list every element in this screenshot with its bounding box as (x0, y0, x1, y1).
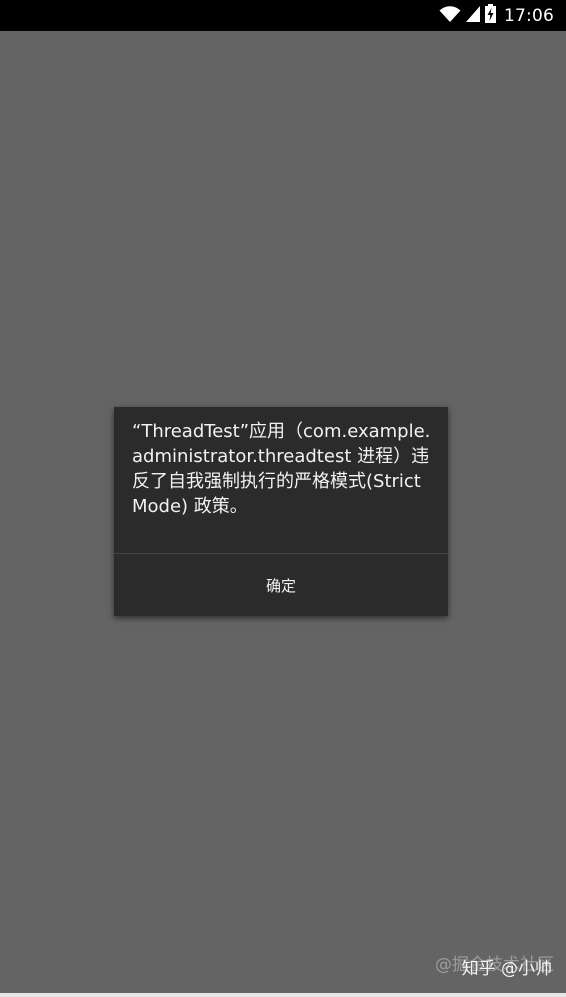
bottom-edge (0, 993, 566, 997)
zhihu-watermark: 知乎 @小帅 (462, 954, 552, 979)
status-time: 17:06 (504, 5, 554, 26)
zhihu-watermark-text: 知乎 @小帅 (461, 959, 552, 979)
signal-icon (465, 5, 481, 27)
phone-screen: 17:06 “ThreadTest”应用（com.example.adminis… (0, 0, 566, 997)
ok-button[interactable]: 确定 (114, 554, 448, 616)
strictmode-alert-dialog: “ThreadTest”应用（com.example.administrator… (114, 407, 448, 616)
status-icons: 17:06 (439, 0, 554, 31)
status-bar: 17:06 (0, 0, 566, 31)
wifi-icon (439, 5, 461, 27)
dialog-message: “ThreadTest”应用（com.example.administrator… (132, 421, 431, 517)
battery-charging-icon (485, 4, 496, 27)
